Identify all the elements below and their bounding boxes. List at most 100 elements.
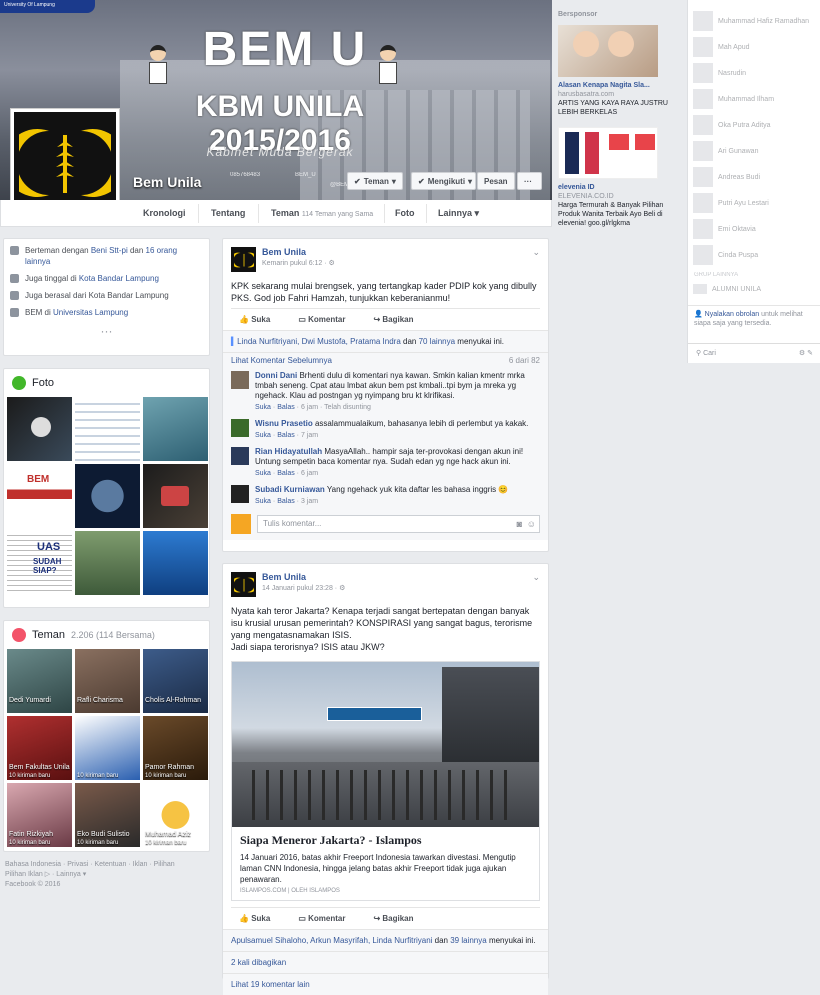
comment-like-link[interactable]: Suka [255, 432, 271, 439]
like-button[interactable]: 👍 Suka [239, 914, 270, 923]
pks-logo-icon [233, 577, 254, 592]
post-author-avatar[interactable] [231, 247, 256, 272]
photo-thumb[interactable] [75, 397, 140, 461]
post-author-avatar[interactable] [231, 572, 256, 597]
more-options-button[interactable]: ··· [517, 172, 542, 190]
message-button[interactable]: Pesan [477, 172, 515, 190]
shares-link[interactable]: 2 kali dibagikan [231, 958, 286, 967]
commenter-name[interactable]: Rian Hidayatullah [255, 447, 322, 456]
post-actions: 👍 Suka ▭ Komentar ↪ Bagikan [231, 308, 540, 330]
turn-on-chat-link[interactable]: Nyalakan obrolan [705, 311, 759, 318]
share-button[interactable]: ↪ Bagikan [373, 914, 413, 923]
commenter-name[interactable]: Donni Dani [255, 371, 297, 380]
friend-tile[interactable]: Dedi Yumardi [7, 649, 72, 713]
ad-image[interactable] [558, 127, 658, 179]
chat-contact[interactable]: Emi Oktavia [688, 216, 820, 242]
commenter-avatar[interactable] [231, 447, 249, 465]
footer-links[interactable]: Bahasa Indonesia · Privasi · Ketentuan ·… [5, 860, 205, 870]
photo-thumb[interactable] [143, 464, 208, 528]
new-message-icon[interactable]: ✎ [807, 350, 813, 357]
post-author-name[interactable]: Bem Unila [262, 247, 335, 257]
commenter-avatar[interactable] [231, 485, 249, 503]
photos-header[interactable]: Foto [4, 369, 209, 397]
tab-photos[interactable]: Foto [395, 208, 415, 218]
tab-friends[interactable]: Teman 114 Teman yang Sama [271, 208, 373, 218]
friend-tile[interactable]: 10 kiriman baru [75, 716, 140, 780]
university-badge: University Of Lampung [0, 0, 95, 13]
friend-tile[interactable]: Eko Budi Sulistio 10 kiriman baru [75, 783, 140, 847]
link-preview[interactable]: Siapa Meneror Jakarta? - Islampos 14 Jan… [231, 661, 540, 901]
photo-thumb[interactable] [7, 397, 72, 461]
chat-contact[interactable]: Oka Putra Aditya [688, 112, 820, 138]
page-name[interactable]: Bem Unila [133, 174, 201, 190]
commenter-avatar[interactable] [231, 419, 249, 437]
friend-tile[interactable]: Bem Fakultas Unila 10 kiriman baru [7, 716, 72, 780]
chat-group-item[interactable]: ALUMNI UNILA [688, 282, 820, 296]
comment-reply-link[interactable]: Balas [277, 498, 295, 505]
photo-thumb[interactable] [143, 531, 208, 595]
friends-button[interactable]: ✔ Teman ▾ [347, 172, 403, 190]
comment-reply-link[interactable]: Balas [277, 404, 295, 411]
view-previous-comments[interactable]: Lihat Komentar Sebelumnya [231, 356, 332, 365]
comment-button[interactable]: ▭ Komentar [298, 914, 345, 923]
tab-more[interactable]: Lainnya ▾ [438, 208, 479, 219]
photo-thumb[interactable] [75, 464, 140, 528]
university-link[interactable]: Universitas Lampung [53, 308, 128, 317]
chat-contact[interactable]: Andreas Budi [688, 164, 820, 190]
friend-link[interactable]: Beni Stt-pi [91, 246, 128, 255]
comment-like-link[interactable]: Suka [255, 470, 271, 477]
comment-input[interactable]: Tulis komentar... [257, 515, 540, 533]
chevron-down-icon[interactable]: ⌄ [532, 247, 540, 272]
comment-like-link[interactable]: Suka [255, 404, 271, 411]
chat-search-input[interactable]: ⚲ Cari [696, 349, 716, 358]
friend-tile[interactable]: Rafli Charisma [75, 649, 140, 713]
chat-contact[interactable]: Cinda Puspa [688, 242, 820, 268]
photo-thumb[interactable] [75, 531, 140, 595]
likers-others-link[interactable]: 70 lainnya [419, 337, 455, 346]
commenter-name[interactable]: Subadi Kurniawan [255, 485, 325, 494]
post-timestamp[interactable]: 14 Januari pukul 23:28 · [262, 585, 339, 592]
friend-tile[interactable]: Pamor Rahman 10 kiriman baru [143, 716, 208, 780]
ad-image[interactable] [558, 25, 658, 77]
settings-gear-icon[interactable]: ⚙ [799, 350, 805, 357]
comment-reply-link[interactable]: Balas [277, 470, 295, 477]
view-comments-link[interactable]: Lihat 19 komentar lain [231, 980, 310, 989]
more-about-button[interactable]: ··· [10, 324, 203, 338]
following-button[interactable]: ✔ Mengikuti ▾ [411, 172, 476, 190]
likers-link[interactable]: Linda Nurfitriyani, Dwi Mustofa, Pratama… [237, 337, 401, 346]
camera-icon[interactable]: ◙ [517, 519, 522, 529]
commenter-avatar[interactable] [231, 371, 249, 389]
chat-contact[interactable]: Ari Gunawan [688, 138, 820, 164]
link-preview-title[interactable]: Siapa Meneror Jakarta? - Islampos [240, 833, 531, 848]
chevron-down-icon[interactable]: ⌄ [532, 572, 540, 597]
likers-link[interactable]: Apulsamuel Sihaloho, Arkun Masyrifah, Li… [231, 936, 432, 945]
footer-links[interactable]: Pilihan Iklan ▷ · Lainnya ▾ [5, 870, 205, 880]
post-timestamp[interactable]: Kemarin pukul 6:12 · [262, 260, 329, 267]
likers-others-link[interactable]: 39 lainnya [450, 936, 486, 945]
sticker-icon[interactable]: ☺ [527, 519, 536, 529]
like-button[interactable]: 👍 Suka [239, 315, 270, 324]
ad-title[interactable]: elevenia ID [558, 183, 683, 192]
chat-contact[interactable]: Putri Ayu Lestari [688, 190, 820, 216]
ad-title[interactable]: Alasan Kenapa Nagita Sla... [558, 81, 683, 90]
tab-about[interactable]: Tentang [211, 208, 245, 218]
photo-thumb[interactable]: BEM [7, 464, 72, 528]
share-button[interactable]: ↪ Bagikan [373, 315, 413, 324]
friend-tile[interactable]: Fatin Rizkiyah 10 kiriman baru [7, 783, 72, 847]
photo-thumb[interactable]: UAS SUDAH SIAP? [7, 531, 72, 595]
photo-thumb[interactable] [143, 397, 208, 461]
tab-timeline[interactable]: Kronologi [143, 208, 186, 218]
chat-contact[interactable]: Mah Apud [688, 34, 820, 60]
post-author-name[interactable]: Bem Unila [262, 572, 345, 582]
friend-tile[interactable]: Cholis Al-Rohman [143, 649, 208, 713]
city-link[interactable]: Kota Bandar Lampung [79, 274, 159, 283]
comment-reply-link[interactable]: Balas [277, 432, 295, 439]
comment-button[interactable]: ▭ Komentar [298, 315, 345, 324]
friend-tile[interactable]: Muhamad Aziz 10 kiriman baru [143, 783, 208, 847]
commenter-name[interactable]: Wisnu Prasetio [255, 419, 313, 428]
chat-contact[interactable]: Nasrudin [688, 60, 820, 86]
chat-contact[interactable]: Muhammad Ilham [688, 86, 820, 112]
comment-like-link[interactable]: Suka [255, 498, 271, 505]
friends-header[interactable]: Teman 2.206 (114 Bersama) [4, 621, 209, 649]
chat-contact[interactable]: Muhammad Hafiz Ramadhan [688, 8, 820, 34]
